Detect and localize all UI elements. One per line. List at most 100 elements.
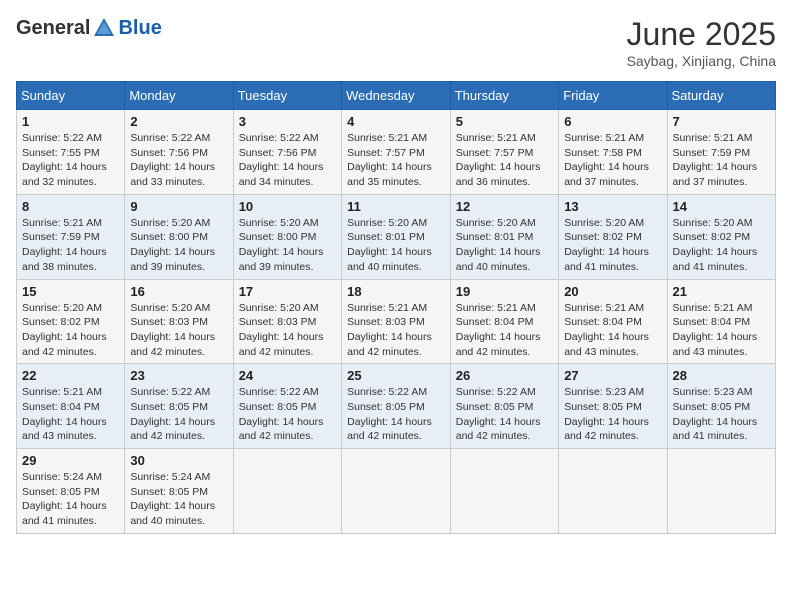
day-number: 28	[673, 368, 770, 383]
col-thursday: Thursday	[450, 82, 558, 110]
table-row: 25 Sunrise: 5:22 AMSunset: 8:05 PMDayligh…	[342, 364, 451, 449]
day-number: 29	[22, 453, 119, 468]
table-row	[342, 449, 451, 534]
day-info: Sunrise: 5:23 AMSunset: 8:05 PMDaylight:…	[673, 385, 770, 444]
logo: General Blue	[16, 16, 162, 40]
calendar-week-row: 22Sunrise: 5:21 AMSunset: 8:04 PMDayligh…	[17, 364, 776, 449]
day-info: Sunrise: 5:21 AMSunset: 7:58 PMDaylight:…	[564, 131, 661, 190]
calendar-table: Sunday Monday Tuesday Wednesday Thursday…	[16, 81, 776, 534]
page-header: General Blue June 2025 Saybag, Xinjiang,…	[16, 16, 776, 69]
day-info: Sunrise: 5:21 AMSunset: 8:04 PMDaylight:…	[564, 301, 661, 360]
col-monday: Monday	[125, 82, 233, 110]
table-row: 3Sunrise: 5:22 AMSunset: 7:56 PMDaylight…	[233, 110, 341, 195]
day-info: Sunrise: 5:21 AMSunset: 7:57 PMDaylight:…	[347, 131, 445, 190]
table-row: 17 Sunrise: 5:20 AMSunset: 8:03 PMDayligh…	[233, 279, 341, 364]
day-number: 4	[347, 114, 445, 129]
table-row: 22Sunrise: 5:21 AMSunset: 8:04 PMDayligh…	[17, 364, 125, 449]
day-info: Sunrise: 5:21 AMSunset: 8:04 PMDaylight:…	[673, 301, 770, 360]
location-text: Saybag, Xinjiang, China	[627, 53, 776, 69]
day-info: Sunrise: 5:20 AMSunset: 8:00 PMDaylight:…	[130, 216, 227, 275]
day-info: Sunrise: 5:21 AMSunset: 7:59 PMDaylight:…	[673, 131, 770, 190]
day-number: 22	[22, 368, 119, 383]
calendar-week-row: 15Sunrise: 5:20 AMSunset: 8:02 PMDayligh…	[17, 279, 776, 364]
calendar-week-row: 29 Sunrise: 5:24 AMSunset: 8:05 PMDayligh…	[17, 449, 776, 534]
day-number: 13	[564, 199, 661, 214]
day-number: 18	[347, 284, 445, 299]
day-info: Sunrise: 5:20 AMSunset: 8:01 PMDaylight:…	[347, 216, 445, 275]
table-row	[559, 449, 667, 534]
table-row: 30 Sunrise: 5:24 AMSunset: 8:05 PMDayligh…	[125, 449, 233, 534]
table-row: 21 Sunrise: 5:21 AMSunset: 8:04 PMDayligh…	[667, 279, 775, 364]
table-row: 12Sunrise: 5:20 AMSunset: 8:01 PMDayligh…	[450, 194, 558, 279]
day-info: Sunrise: 5:24 AMSunset: 8:05 PMDaylight:…	[130, 470, 227, 529]
day-number: 14	[673, 199, 770, 214]
title-block: June 2025 Saybag, Xinjiang, China	[627, 16, 776, 69]
day-number: 3	[239, 114, 336, 129]
month-title: June 2025	[627, 16, 776, 53]
day-info: Sunrise: 5:22 AMSunset: 8:05 PMDaylight:…	[130, 385, 227, 444]
table-row: 2 Sunrise: 5:22 AMSunset: 7:56 PMDaylight…	[125, 110, 233, 195]
col-friday: Friday	[559, 82, 667, 110]
table-row: 19 Sunrise: 5:21 AMSunset: 8:04 PMDayligh…	[450, 279, 558, 364]
day-number: 16	[130, 284, 227, 299]
day-number: 5	[456, 114, 553, 129]
day-number: 27	[564, 368, 661, 383]
day-number: 21	[673, 284, 770, 299]
table-row: 26Sunrise: 5:22 AMSunset: 8:05 PMDayligh…	[450, 364, 558, 449]
day-info: Sunrise: 5:21 AMSunset: 8:03 PMDaylight:…	[347, 301, 445, 360]
table-row: 1Sunrise: 5:22 AMSunset: 7:55 PMDaylight…	[17, 110, 125, 195]
day-number: 2	[130, 114, 227, 129]
day-info: Sunrise: 5:20 AMSunset: 8:03 PMDaylight:…	[239, 301, 336, 360]
day-number: 7	[673, 114, 770, 129]
day-info: Sunrise: 5:21 AMSunset: 7:59 PMDaylight:…	[22, 216, 119, 275]
logo-blue-text: Blue	[118, 17, 161, 40]
day-number: 24	[239, 368, 336, 383]
day-info: Sunrise: 5:20 AMSunset: 8:00 PMDaylight:…	[239, 216, 336, 275]
table-row: 20 Sunrise: 5:21 AMSunset: 8:04 PMDayligh…	[559, 279, 667, 364]
col-sunday: Sunday	[17, 82, 125, 110]
day-number: 19	[456, 284, 553, 299]
day-number: 23	[130, 368, 227, 383]
table-row: 18 Sunrise: 5:21 AMSunset: 8:03 PMDayligh…	[342, 279, 451, 364]
table-row: 13 Sunrise: 5:20 AMSunset: 8:02 PMDayligh…	[559, 194, 667, 279]
logo-general-text: General	[16, 17, 90, 40]
logo-icon	[92, 16, 116, 40]
table-row: 24 Sunrise: 5:22 AMSunset: 8:05 PMDayligh…	[233, 364, 341, 449]
day-info: Sunrise: 5:20 AMSunset: 8:01 PMDaylight:…	[456, 216, 553, 275]
col-tuesday: Tuesday	[233, 82, 341, 110]
day-number: 25	[347, 368, 445, 383]
day-info: Sunrise: 5:22 AMSunset: 8:05 PMDaylight:…	[347, 385, 445, 444]
calendar-week-row: 8Sunrise: 5:21 AMSunset: 7:59 PMDaylight…	[17, 194, 776, 279]
day-info: Sunrise: 5:22 AMSunset: 7:56 PMDaylight:…	[130, 131, 227, 190]
day-info: Sunrise: 5:20 AMSunset: 8:02 PMDaylight:…	[22, 301, 119, 360]
table-row: 11 Sunrise: 5:20 AMSunset: 8:01 PMDayligh…	[342, 194, 451, 279]
day-number: 6	[564, 114, 661, 129]
col-saturday: Saturday	[667, 82, 775, 110]
day-info: Sunrise: 5:20 AMSunset: 8:02 PMDaylight:…	[673, 216, 770, 275]
day-info: Sunrise: 5:21 AMSunset: 7:57 PMDaylight:…	[456, 131, 553, 190]
day-number: 20	[564, 284, 661, 299]
table-row	[233, 449, 341, 534]
day-number: 17	[239, 284, 336, 299]
table-row: 4 Sunrise: 5:21 AMSunset: 7:57 PMDaylight…	[342, 110, 451, 195]
col-wednesday: Wednesday	[342, 82, 451, 110]
day-info: Sunrise: 5:20 AMSunset: 8:02 PMDaylight:…	[564, 216, 661, 275]
day-number: 26	[456, 368, 553, 383]
day-info: Sunrise: 5:22 AMSunset: 8:05 PMDaylight:…	[239, 385, 336, 444]
calendar-week-row: 1Sunrise: 5:22 AMSunset: 7:55 PMDaylight…	[17, 110, 776, 195]
day-number: 9	[130, 199, 227, 214]
day-info: Sunrise: 5:24 AMSunset: 8:05 PMDaylight:…	[22, 470, 119, 529]
table-row: 10 Sunrise: 5:20 AMSunset: 8:00 PMDayligh…	[233, 194, 341, 279]
day-number: 11	[347, 199, 445, 214]
table-row	[450, 449, 558, 534]
day-number: 30	[130, 453, 227, 468]
day-info: Sunrise: 5:22 AMSunset: 7:55 PMDaylight:…	[22, 131, 119, 190]
day-number: 10	[239, 199, 336, 214]
day-info: Sunrise: 5:20 AMSunset: 8:03 PMDaylight:…	[130, 301, 227, 360]
table-row: 16 Sunrise: 5:20 AMSunset: 8:03 PMDayligh…	[125, 279, 233, 364]
table-row: 6 Sunrise: 5:21 AMSunset: 7:58 PMDaylight…	[559, 110, 667, 195]
table-row: 8Sunrise: 5:21 AMSunset: 7:59 PMDaylight…	[17, 194, 125, 279]
day-info: Sunrise: 5:21 AMSunset: 8:04 PMDaylight:…	[456, 301, 553, 360]
table-row: 27Sunrise: 5:23 AMSunset: 8:05 PMDayligh…	[559, 364, 667, 449]
table-row: 15Sunrise: 5:20 AMSunset: 8:02 PMDayligh…	[17, 279, 125, 364]
